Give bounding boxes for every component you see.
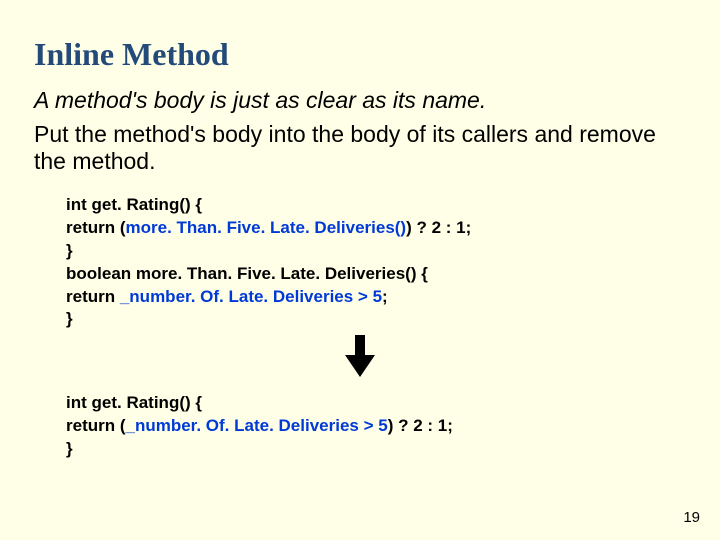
- code-line: }: [66, 439, 73, 458]
- code-highlight: _number. Of. Late. Deliveries > 5: [120, 287, 382, 306]
- code-line: }: [66, 241, 73, 260]
- code-line: return: [66, 287, 120, 306]
- code-line: ;: [382, 287, 388, 306]
- code-line: ) ? 2 : 1;: [388, 416, 453, 435]
- slide-title: Inline Method: [34, 36, 686, 73]
- page-number: 19: [683, 509, 700, 526]
- code-line: return (: [66, 218, 126, 237]
- mechanics-text: Put the method's body into the body of i…: [34, 121, 686, 176]
- code-line: }: [66, 309, 73, 328]
- code-line: ) ? 2 : 1;: [406, 218, 471, 237]
- motivation-text: A method's body is just as clear as its …: [34, 87, 686, 115]
- code-highlight: more. Than. Five. Late. Deliveries(): [126, 218, 407, 237]
- code-highlight: _number. Of. Late. Deliveries > 5: [126, 416, 388, 435]
- code-line: return (: [66, 416, 126, 435]
- code-line: boolean more. Than. Five. Late. Deliveri…: [66, 264, 428, 283]
- code-line: int get. Rating() {: [66, 195, 202, 214]
- code-before: int get. Rating() { return (more. Than. …: [66, 194, 686, 332]
- code-line: int get. Rating() {: [66, 393, 202, 412]
- code-after: int get. Rating() { return (_number. Of.…: [66, 392, 686, 461]
- down-arrow-icon: [343, 335, 377, 382]
